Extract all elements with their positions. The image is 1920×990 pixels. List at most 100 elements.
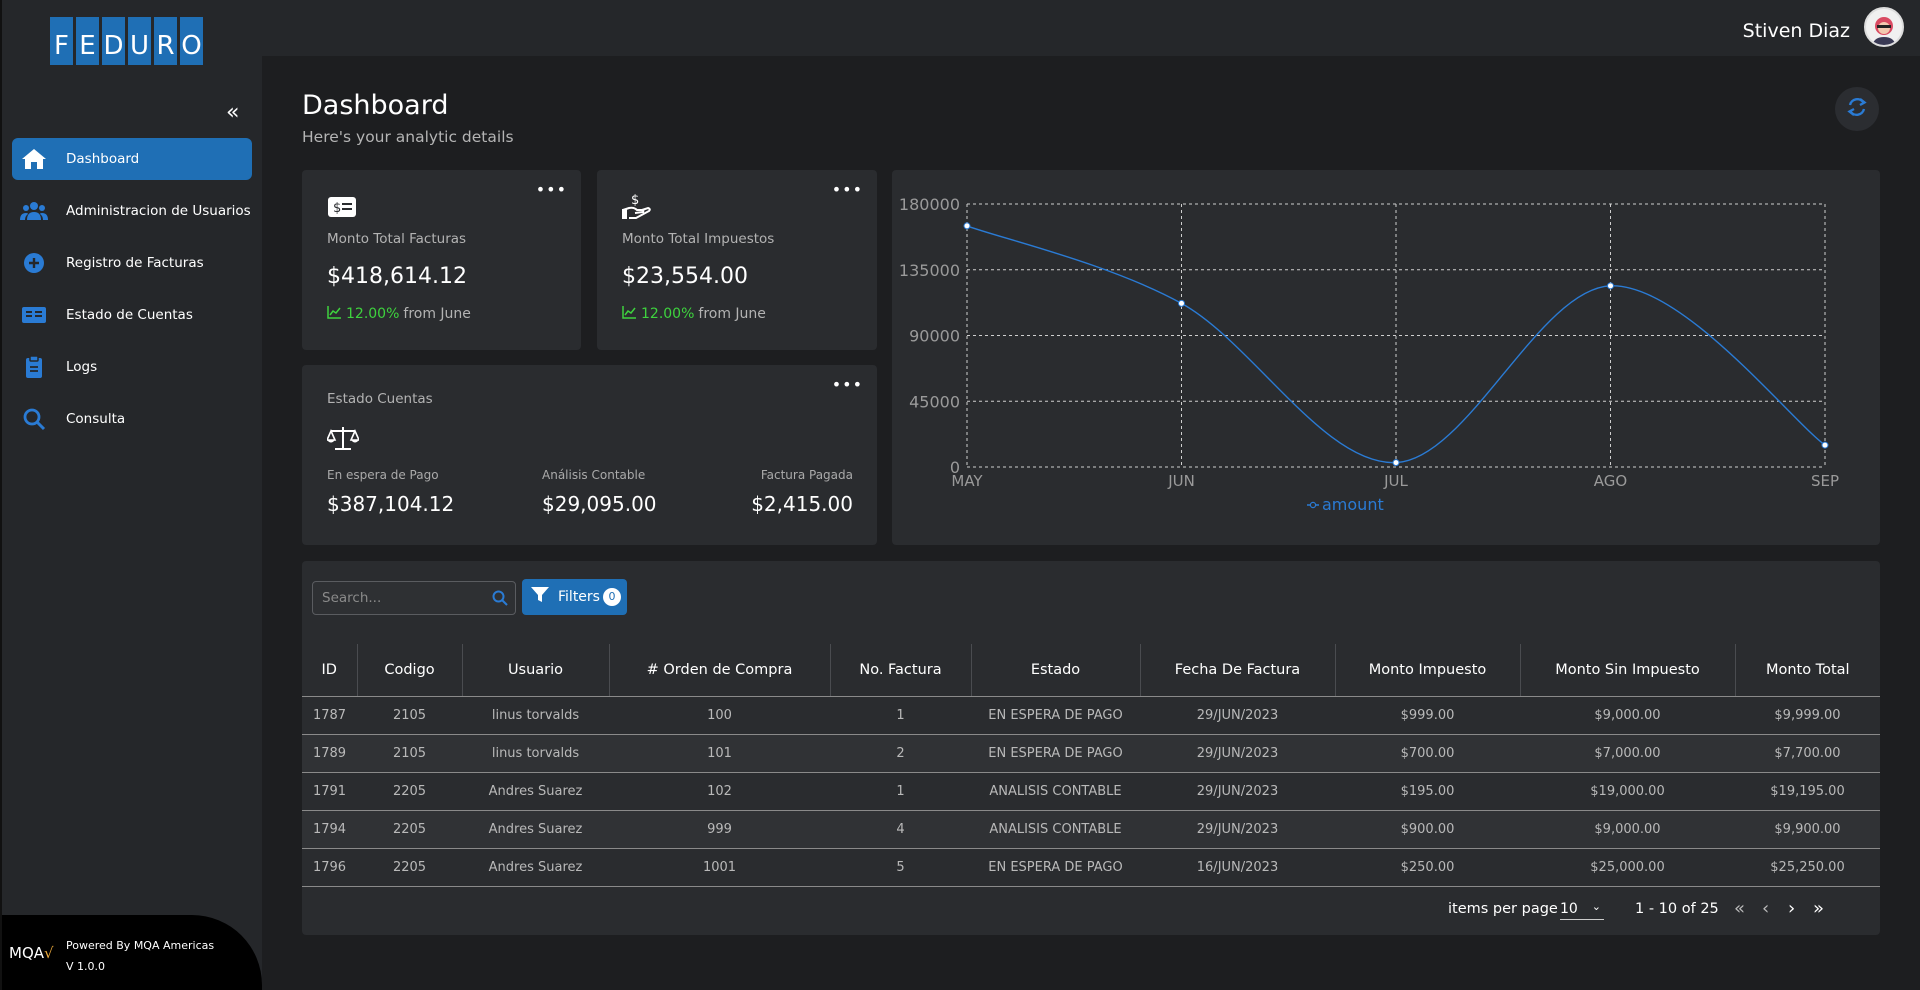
collapse-sidebar-icon[interactable]: «: [226, 100, 239, 125]
mqa-logo-accent: √: [44, 944, 54, 962]
sidebar-item-registro-facturas[interactable]: Registro de Facturas: [12, 242, 252, 284]
table-cell: $19,000.00: [1520, 772, 1735, 811]
data-point: [1607, 282, 1614, 290]
table-cell: $999.00: [1335, 696, 1520, 735]
table-cell: 101: [609, 734, 830, 773]
next-page-icon[interactable]: ›: [1788, 898, 1795, 919]
chevron-down-icon: ⌄: [1591, 900, 1601, 913]
more-options-icon[interactable]: •••: [832, 375, 863, 394]
svg-text:$: $: [631, 193, 639, 208]
table-cell: 4: [830, 810, 971, 849]
table-cell: 1: [830, 772, 971, 811]
more-options-icon[interactable]: •••: [832, 180, 863, 199]
sidebar-item-estado-cuentas[interactable]: Estado de Cuentas: [12, 294, 252, 336]
id-card-icon: [20, 301, 48, 329]
x-tick-label: SEP: [1811, 472, 1839, 490]
svg-text:$: $: [333, 201, 341, 216]
column-header-monto-sin-impuesto[interactable]: Monto Sin Impuesto: [1520, 644, 1736, 697]
sidebar-item-label: Dashboard: [66, 151, 140, 167]
page-size-value: 10: [1560, 901, 1578, 917]
first-page-icon[interactable]: «: [1734, 898, 1745, 919]
data-point: [1178, 299, 1185, 307]
column-header-usuario[interactable]: Usuario: [462, 644, 610, 697]
table-cell: EN ESPERA DE PAGO: [971, 696, 1140, 735]
table-cell: 29/JUN/2023: [1140, 696, 1335, 735]
last-page-icon[interactable]: »: [1813, 898, 1824, 919]
table-cell: 2: [830, 734, 971, 773]
table-cell: 1001: [609, 848, 830, 887]
facturas-card: ••• $ Monto Total Facturas $418,614.12 1…: [302, 170, 581, 350]
impuestos-card: ••• $ Monto Total Impuestos $23,554.00 1…: [597, 170, 877, 350]
amount-chart-card: 0 45000 90000 135000 180000 MAY JUN JUL AGO SEP am…: [892, 170, 1880, 545]
user-name[interactable]: Stiven Diaz: [1743, 20, 1850, 42]
table-cell: EN ESPERA DE PAGO: [971, 848, 1140, 887]
refresh-icon: [1846, 96, 1868, 122]
sidebar-item-label: Registro de Facturas: [66, 255, 204, 271]
table-cell: 29/JUN/2023: [1140, 772, 1335, 811]
search-input[interactable]: [322, 590, 482, 606]
table-row[interactable]: 1794 2205 Andres Suarez 999 4 ANALISIS CONTAB…: [302, 810, 1880, 849]
estado-cuentas-label: Estado Cuentas: [327, 391, 433, 407]
search-icon[interactable]: [492, 590, 508, 610]
filters-button[interactable]: Filters 0: [522, 579, 627, 615]
page-subtitle: Here's your analytic details: [302, 128, 514, 146]
table-cell: 1796: [302, 848, 357, 887]
data-point: [1821, 441, 1829, 449]
logo-letter: D: [102, 17, 125, 65]
home-icon: [20, 145, 48, 173]
y-tick-label: 180000: [899, 195, 960, 214]
table-cell: $250.00: [1335, 848, 1520, 887]
table-cell: $195.00: [1335, 772, 1520, 811]
column-header-estado[interactable]: Estado: [971, 644, 1141, 697]
sidebar-item-logs[interactable]: Logs: [12, 346, 252, 388]
logo-letter: U: [128, 17, 151, 65]
column-header-no-factura[interactable]: No. Factura: [830, 644, 972, 697]
table-cell: 1789: [302, 734, 357, 773]
column-header-fecha[interactable]: Fecha De Factura: [1140, 644, 1336, 697]
sidebar-item-label: Estado de Cuentas: [66, 307, 193, 323]
refresh-button[interactable]: [1835, 87, 1879, 131]
table-cell: $9,999.00: [1735, 696, 1880, 735]
table-cell: $7,000.00: [1520, 734, 1735, 773]
sidebar-item-usuarios[interactable]: Administracion de Usuarios: [12, 190, 252, 232]
column-header-monto-impuesto[interactable]: Monto Impuesto: [1335, 644, 1521, 697]
table-row[interactable]: 1787 2105 linus torvalds 100 1 EN ESPERA DE P…: [302, 696, 1880, 735]
analisis-contable-label: Análisis Contable: [542, 468, 646, 482]
users-icon: [20, 197, 48, 225]
table-cell: 1787: [302, 696, 357, 735]
powered-by-footer: MQA√ Powered By MQA Americas V 1.0.0: [0, 915, 262, 990]
chart-line-icon: [327, 305, 342, 323]
sidebar-item-dashboard[interactable]: Dashboard: [12, 138, 252, 180]
table-cell: ANALISIS CONTABLE: [971, 772, 1140, 811]
column-header-orden-compra[interactable]: # Orden de Compra: [609, 644, 831, 697]
items-per-page-label: items per page: [1448, 901, 1558, 917]
table-cell: $19,195.00: [1735, 772, 1880, 811]
column-header-codigo[interactable]: Codigo: [357, 644, 463, 697]
impuestos-label: Monto Total Impuestos: [622, 231, 775, 247]
table-row[interactable]: 1789 2105 linus torvalds 101 2 EN ESPERA DE P…: [302, 734, 1880, 773]
column-header-monto-total[interactable]: Monto Total: [1735, 644, 1880, 697]
page-size-select[interactable]: 10 ⌄: [1560, 900, 1604, 920]
sidebar: F E D U R O « Dashboard Administracion d…: [0, 0, 262, 990]
table-row[interactable]: 1796 2205 Andres Suarez 1001 5 EN ESPERA DE P…: [302, 848, 1880, 887]
more-options-icon[interactable]: •••: [536, 180, 567, 199]
search-icon: [20, 405, 48, 433]
table-cell: 2105: [357, 734, 462, 773]
sidebar-item-consulta[interactable]: Consulta: [12, 398, 252, 440]
logo-letter: F: [50, 17, 73, 65]
avatar[interactable]: [1864, 7, 1904, 47]
table-row[interactable]: 1791 2205 Andres Suarez 102 1 ANALISIS CONTAB…: [302, 772, 1880, 811]
pagination-range: 1 - 10 of 25: [1635, 901, 1719, 917]
analisis-contable-value: $29,095.00: [542, 492, 657, 516]
column-header-id[interactable]: ID: [302, 644, 358, 697]
y-tick-label: 90000: [909, 327, 960, 346]
factura-pagada-label: Factura Pagada: [760, 468, 853, 482]
factura-pagada-value: $2,415.00: [751, 492, 853, 516]
feduro-logo[interactable]: F E D U R O: [50, 17, 203, 65]
table-cell: 16/JUN/2023: [1140, 848, 1335, 887]
previous-page-icon[interactable]: ‹: [1762, 898, 1769, 919]
table-cell: $9,900.00: [1735, 810, 1880, 849]
version-label: V 1.0.0: [66, 960, 106, 973]
table-cell: EN ESPERA DE PAGO: [971, 734, 1140, 773]
x-tick-label: JUN: [1167, 472, 1195, 490]
